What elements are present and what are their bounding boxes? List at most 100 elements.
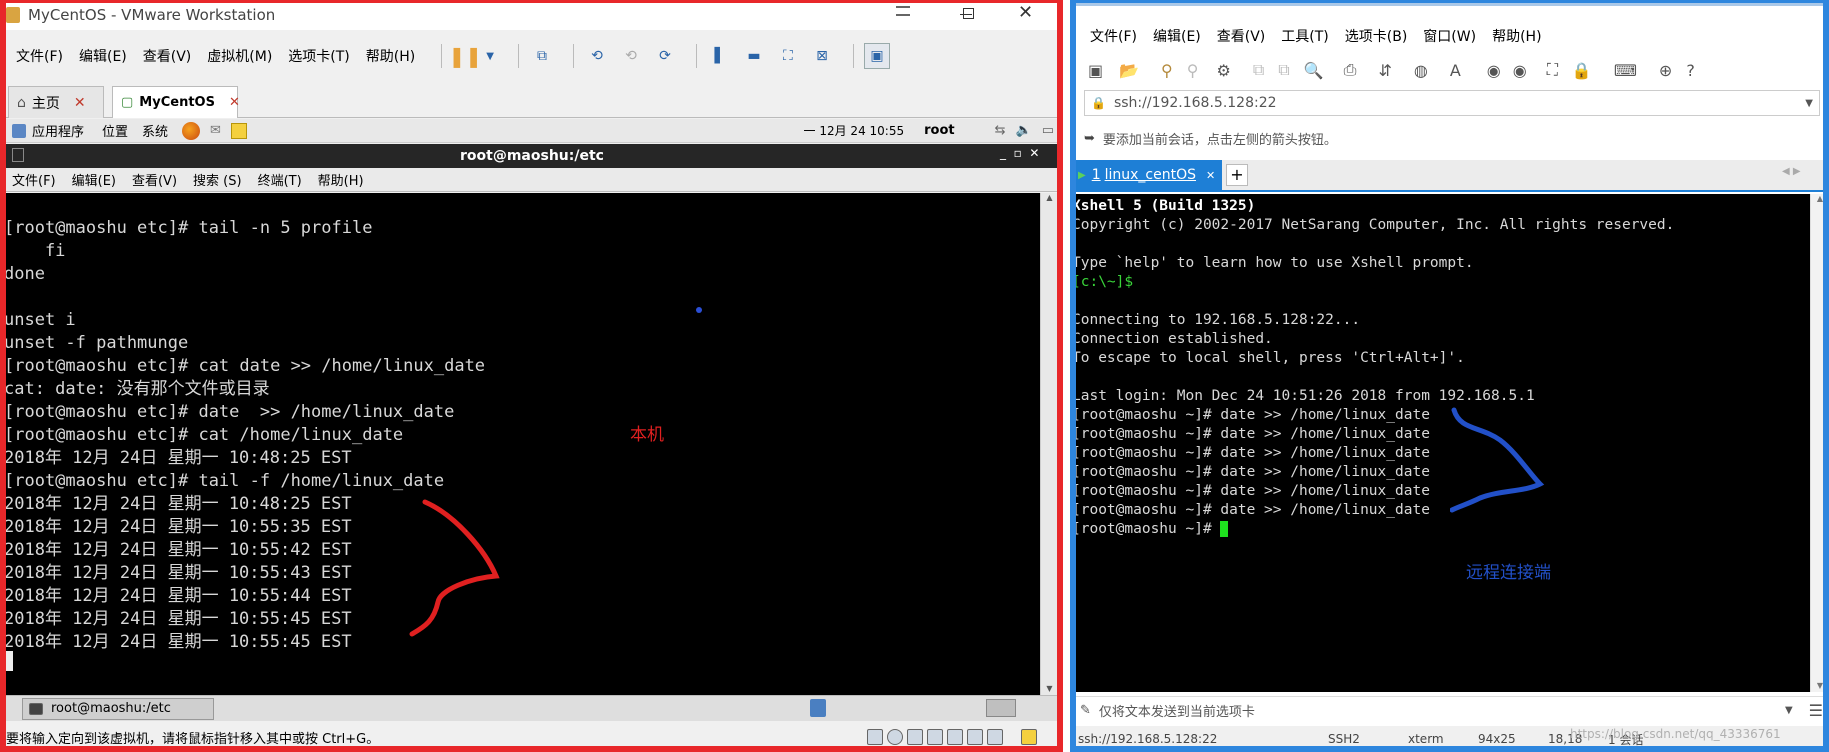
cdrom-icon[interactable] <box>887 729 903 745</box>
properties-icon[interactable]: ⚙ <box>1216 61 1230 80</box>
vmware-menu-item-5[interactable]: 帮助(H) <box>366 46 415 66</box>
xmanager-icon[interactable]: ◉ <box>1513 61 1527 80</box>
scroll-down-icon[interactable]: ▼ <box>1041 684 1058 693</box>
pause-icon[interactable]: ❚❚ <box>448 43 482 69</box>
new-session-icon[interactable]: ▣ <box>1088 61 1103 80</box>
arrow-add-icon[interactable]: ➥ <box>1084 131 1095 146</box>
vmware-menu-item-4[interactable]: 选项卡(T) <box>288 46 349 66</box>
terminal-menu-item-4[interactable]: 终端(T) <box>258 170 302 189</box>
scroll-down-icon[interactable]: ▼ <box>1811 681 1829 690</box>
keyboard-icon[interactable]: ⌨ <box>1614 61 1637 80</box>
terminal-menu-item-5[interactable]: 帮助(H) <box>318 170 364 189</box>
notes-icon[interactable] <box>230 122 247 139</box>
places-menu[interactable]: 位置 <box>102 121 128 140</box>
xshell-menu-item-6[interactable]: 帮助(H) <box>1492 26 1541 46</box>
trash-icon[interactable] <box>810 699 826 717</box>
network-status-icon[interactable]: ⇆ <box>995 123 1006 138</box>
vmware-menu-item-1[interactable]: 编辑(E) <box>79 46 127 66</box>
close-icon[interactable]: ✕ <box>1018 2 1033 23</box>
printer-icon[interactable] <box>927 729 943 745</box>
console-view-icon[interactable]: ▬ <box>741 43 767 69</box>
sidebar-view-icon[interactable]: ▌ <box>707 43 733 69</box>
unlink-icon[interactable]: ⚲ <box>1187 61 1199 80</box>
snapshot-restore-icon[interactable]: ⟲ <box>618 43 644 69</box>
xshell-menu-item-4[interactable]: 选项卡(B) <box>1345 26 1408 46</box>
workspace-switcher[interactable] <box>986 699 1016 717</box>
copy-icon[interactable]: ⧉ <box>1253 60 1264 80</box>
xshell-menu-item-1[interactable]: 编辑(E) <box>1153 26 1201 46</box>
window-menu-icon[interactable] <box>896 6 910 16</box>
xshell-scrollbar[interactable]: ▲ ▼ <box>1810 194 1829 692</box>
terminal-menu-item-0[interactable]: 文件(F) <box>12 170 56 189</box>
address-bar[interactable]: 🔒 ssh://192.168.5.128:22 ▼ <box>1084 90 1820 116</box>
terminal-output[interactable]: [root@maoshu etc]# tail -n 5 profile fi d… <box>4 193 1040 695</box>
vmware-menu-item-3[interactable]: 虚拟机(M) <box>207 46 272 66</box>
xshell-menu-item-3[interactable]: 工具(T) <box>1281 26 1328 46</box>
close-tab-icon[interactable]: ✕ <box>1206 169 1215 182</box>
usb-icon[interactable] <box>947 729 963 745</box>
tab-scroll-icon[interactable]: ◀ ▶ <box>1782 166 1801 177</box>
volume-icon[interactable]: 🔈 <box>1016 123 1032 138</box>
xshell-menu-item-2[interactable]: 查看(V) <box>1217 26 1266 46</box>
watermark: https://blog.csdn.net/qq_43336761 <box>1570 727 1781 741</box>
terminal-window-controls[interactable]: _ ▫ ✕ <box>1000 146 1039 160</box>
lock-icon[interactable]: 🔒 <box>1572 61 1592 80</box>
close-tab-icon[interactable]: ✕ <box>74 95 86 111</box>
compose-bar[interactable]: ✎ 仅将文本发送到当前选项卡 ▼ ☰ <box>1070 696 1829 724</box>
scroll-up-icon[interactable]: ▲ <box>1811 194 1829 203</box>
xshell-terminal[interactable]: Xshell 5 (Build 1325) Copyright (c) 2002-… <box>1070 194 1810 692</box>
vmware-menu-item-0[interactable]: 文件(F) <box>16 46 63 66</box>
help-icon[interactable]: ? <box>1686 61 1695 80</box>
terminal-menu-item-2[interactable]: 查看(V) <box>132 170 177 189</box>
hdd-icon[interactable] <box>867 729 883 745</box>
chevron-down-icon[interactable]: ▼ <box>486 51 494 62</box>
transfer-icon[interactable]: ⇵ <box>1378 61 1391 80</box>
firefox-icon[interactable] <box>182 121 201 140</box>
display-settings-icon[interactable] <box>987 729 1003 745</box>
unity-icon[interactable]: ⊠ <box>809 43 835 69</box>
vmware-menu-item-2[interactable]: 查看(V) <box>143 46 192 66</box>
link-icon[interactable]: ⚲ <box>1161 61 1173 80</box>
xshell-menu-item-0[interactable]: 文件(F) <box>1090 26 1137 46</box>
maximize-icon[interactable] <box>963 8 974 19</box>
fullscreen-icon[interactable]: ⛶ <box>1547 60 1558 80</box>
font-icon[interactable]: A <box>1450 61 1461 80</box>
globe-icon[interactable]: ◍ <box>1414 61 1428 80</box>
vmware-toolbar: ❚❚ ▼ ⧉ ⟲ ⟲ ⟳ ▌ ▬ ⛶ ⊠ ▣ <box>448 43 898 69</box>
xftp-icon[interactable]: ◉ <box>1487 61 1501 80</box>
open-folder-icon[interactable]: 📂 <box>1119 61 1139 80</box>
fullscreen-icon[interactable]: ⛶ <box>775 43 801 69</box>
compose-menu-icon[interactable]: ☰ <box>1809 701 1823 720</box>
panel-user[interactable]: root <box>924 123 955 138</box>
scroll-up-icon[interactable]: ▲ <box>1041 193 1058 202</box>
terminal-menu-item-1[interactable]: 编辑(E) <box>72 170 116 189</box>
terminal-menu-item-3[interactable]: 搜索 (S) <box>193 170 242 189</box>
applications-menu[interactable]: 应用程序 <box>32 121 84 140</box>
tab-home[interactable]: ⌂ 主页 ✕ <box>8 86 104 118</box>
tab-linux-centos[interactable]: ▶ 1 linux_centOS ✕ <box>1070 160 1222 190</box>
snapshot-manager-icon[interactable]: ⟳ <box>652 43 678 69</box>
mail-icon[interactable]: ✉ <box>210 123 221 138</box>
message-icon[interactable] <box>1021 729 1037 745</box>
network-adapter-icon[interactable] <box>907 729 923 745</box>
find-icon[interactable]: 🔍 <box>1304 61 1324 80</box>
paste-icon[interactable]: ⧉ <box>1278 60 1289 80</box>
thumbnail-view-icon[interactable]: ▣ <box>863 43 890 69</box>
network-icon[interactable]: ⧉ <box>529 43 555 69</box>
address-dropdown-icon[interactable]: ▼ <box>1805 98 1813 109</box>
close-tab-icon[interactable]: ✕ <box>229 95 240 110</box>
panel-clock[interactable]: 一 12月 24 10:55 <box>804 122 905 139</box>
print-icon[interactable]: ⎙ <box>1344 60 1357 80</box>
sound-icon[interactable] <box>967 729 983 745</box>
add-tab-button[interactable]: + <box>1226 164 1248 186</box>
tab-mycentos[interactable]: ▢ MyCentOS ✕ <box>112 86 240 118</box>
compose-dropdown-icon[interactable]: ▼ <box>1785 705 1793 716</box>
display-icon[interactable]: ▭ <box>1042 123 1054 138</box>
terminal-scrollbar[interactable]: ▲ ▼ <box>1040 193 1058 695</box>
taskbar-terminal-item[interactable]: root@maoshu:/etc <box>22 697 214 720</box>
compose-icon[interactable]: ⊕ <box>1659 61 1672 80</box>
xshell-menu-item-5[interactable]: 窗口(W) <box>1423 26 1476 46</box>
system-menu[interactable]: 系统 <box>142 121 168 140</box>
snapshot-icon[interactable]: ⟲ <box>584 43 610 69</box>
